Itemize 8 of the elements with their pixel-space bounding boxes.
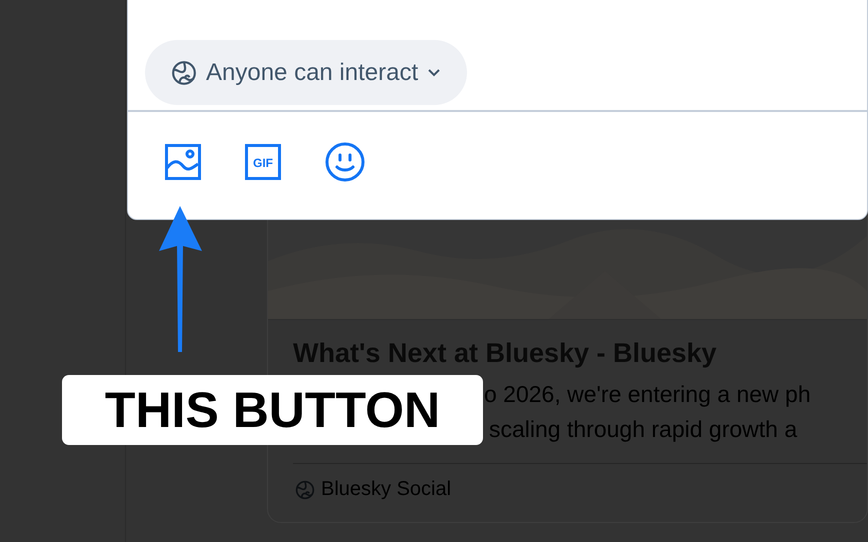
interaction-settings-button[interactable]: Anyone can interact (145, 40, 468, 105)
globe-icon (295, 480, 315, 500)
emoji-button[interactable] (325, 142, 365, 182)
callout-label: THIS BUTTON (62, 375, 483, 445)
image-button[interactable] (165, 144, 201, 180)
gif-button[interactable]: GIF (245, 144, 281, 180)
chevron-down-icon (427, 68, 442, 78)
globe-icon (171, 60, 197, 86)
